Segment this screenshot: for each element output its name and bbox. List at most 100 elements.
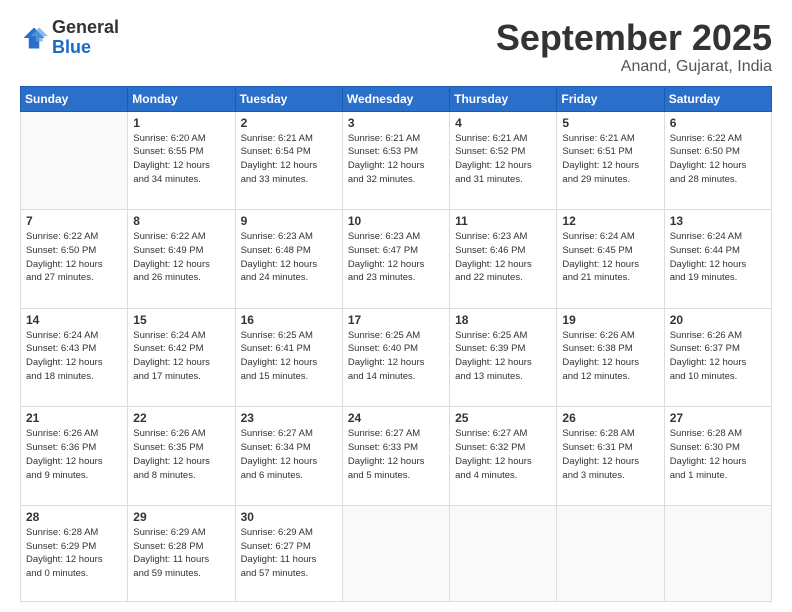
day-info: Sunrise: 6:25 AMSunset: 6:41 PMDaylight:… bbox=[241, 329, 337, 384]
day-info: Sunrise: 6:27 AMSunset: 6:34 PMDaylight:… bbox=[241, 427, 337, 482]
day-number: 4 bbox=[455, 116, 551, 130]
header-monday: Monday bbox=[128, 86, 235, 111]
day-number: 16 bbox=[241, 313, 337, 327]
calendar-cell: 28 Sunrise: 6:28 AMSunset: 6:29 PMDayligh… bbox=[21, 505, 128, 601]
day-number: 20 bbox=[670, 313, 766, 327]
day-number: 13 bbox=[670, 214, 766, 228]
calendar-cell: 8 Sunrise: 6:22 AMSunset: 6:49 PMDaylight… bbox=[128, 210, 235, 309]
day-info: Sunrise: 6:26 AMSunset: 6:36 PMDaylight:… bbox=[26, 427, 122, 482]
day-number: 8 bbox=[133, 214, 229, 228]
calendar-cell: 14 Sunrise: 6:24 AMSunset: 6:43 PMDayligh… bbox=[21, 308, 128, 407]
day-info: Sunrise: 6:23 AMSunset: 6:46 PMDaylight:… bbox=[455, 230, 551, 285]
day-info: Sunrise: 6:22 AMSunset: 6:50 PMDaylight:… bbox=[26, 230, 122, 285]
day-info: Sunrise: 6:21 AMSunset: 6:52 PMDaylight:… bbox=[455, 132, 551, 187]
calendar-cell bbox=[557, 505, 664, 601]
calendar-cell: 23 Sunrise: 6:27 AMSunset: 6:34 PMDayligh… bbox=[235, 407, 342, 506]
day-number: 30 bbox=[241, 510, 337, 524]
calendar-cell: 11 Sunrise: 6:23 AMSunset: 6:46 PMDayligh… bbox=[450, 210, 557, 309]
day-number: 3 bbox=[348, 116, 444, 130]
calendar-cell: 19 Sunrise: 6:26 AMSunset: 6:38 PMDayligh… bbox=[557, 308, 664, 407]
calendar-table: Sunday Monday Tuesday Wednesday Thursday… bbox=[20, 86, 772, 602]
title-block: September 2025 Anand, Gujarat, India bbox=[496, 18, 772, 76]
day-number: 29 bbox=[133, 510, 229, 524]
day-number: 12 bbox=[562, 214, 658, 228]
day-number: 26 bbox=[562, 411, 658, 425]
day-number: 14 bbox=[26, 313, 122, 327]
header-thursday: Thursday bbox=[450, 86, 557, 111]
calendar-cell: 10Sunrise: 6:23 AMSunset: 6:47 PMDayligh… bbox=[342, 210, 449, 309]
day-info: Sunrise: 6:23 AMSunset: 6:47 PMDaylight:… bbox=[348, 230, 444, 285]
day-number: 25 bbox=[455, 411, 551, 425]
day-info: Sunrise: 6:21 AMSunset: 6:53 PMDaylight:… bbox=[348, 132, 444, 187]
day-info: Sunrise: 6:24 AMSunset: 6:45 PMDaylight:… bbox=[562, 230, 658, 285]
day-number: 11 bbox=[455, 214, 551, 228]
calendar-cell: 29 Sunrise: 6:29 AMSunset: 6:28 PMDayligh… bbox=[128, 505, 235, 601]
day-number: 1 bbox=[133, 116, 229, 130]
location: Anand, Gujarat, India bbox=[496, 58, 772, 76]
day-info: Sunrise: 6:26 AMSunset: 6:38 PMDaylight:… bbox=[562, 329, 658, 384]
day-info: Sunrise: 6:29 AMSunset: 6:27 PMDaylight:… bbox=[241, 526, 337, 581]
calendar-cell: 2Sunrise: 6:21 AMSunset: 6:54 PMDaylight… bbox=[235, 111, 342, 210]
header-tuesday: Tuesday bbox=[235, 86, 342, 111]
calendar-cell: 7 Sunrise: 6:22 AMSunset: 6:50 PMDaylight… bbox=[21, 210, 128, 309]
day-number: 17 bbox=[348, 313, 444, 327]
day-info: Sunrise: 6:25 AMSunset: 6:40 PMDaylight:… bbox=[348, 329, 444, 384]
day-info: Sunrise: 6:24 AMSunset: 6:43 PMDaylight:… bbox=[26, 329, 122, 384]
calendar-cell: 1Sunrise: 6:20 AMSunset: 6:55 PMDaylight… bbox=[128, 111, 235, 210]
day-number: 24 bbox=[348, 411, 444, 425]
day-info: Sunrise: 6:28 AMSunset: 6:29 PMDaylight:… bbox=[26, 526, 122, 581]
day-info: Sunrise: 6:27 AMSunset: 6:32 PMDaylight:… bbox=[455, 427, 551, 482]
day-number: 5 bbox=[562, 116, 658, 130]
day-info: Sunrise: 6:26 AMSunset: 6:37 PMDaylight:… bbox=[670, 329, 766, 384]
day-info: Sunrise: 6:25 AMSunset: 6:39 PMDaylight:… bbox=[455, 329, 551, 384]
header: General Blue September 2025 Anand, Gujar… bbox=[20, 18, 772, 76]
day-info: Sunrise: 6:21 AMSunset: 6:51 PMDaylight:… bbox=[562, 132, 658, 187]
day-number: 19 bbox=[562, 313, 658, 327]
calendar-cell: 5 Sunrise: 6:21 AMSunset: 6:51 PMDaylight… bbox=[557, 111, 664, 210]
calendar-cell: 27 Sunrise: 6:28 AMSunset: 6:30 PMDayligh… bbox=[664, 407, 771, 506]
day-number: 23 bbox=[241, 411, 337, 425]
day-info: Sunrise: 6:28 AMSunset: 6:30 PMDaylight:… bbox=[670, 427, 766, 482]
calendar-cell: 6Sunrise: 6:22 AMSunset: 6:50 PMDaylight… bbox=[664, 111, 771, 210]
calendar-cell: 21 Sunrise: 6:26 AMSunset: 6:36 PMDayligh… bbox=[21, 407, 128, 506]
day-number: 15 bbox=[133, 313, 229, 327]
page: General Blue September 2025 Anand, Gujar… bbox=[0, 0, 792, 612]
calendar-cell: 24 Sunrise: 6:27 AMSunset: 6:33 PMDayligh… bbox=[342, 407, 449, 506]
day-number: 6 bbox=[670, 116, 766, 130]
calendar-cell bbox=[21, 111, 128, 210]
day-info: Sunrise: 6:23 AMSunset: 6:48 PMDaylight:… bbox=[241, 230, 337, 285]
header-wednesday: Wednesday bbox=[342, 86, 449, 111]
day-info: Sunrise: 6:28 AMSunset: 6:31 PMDaylight:… bbox=[562, 427, 658, 482]
header-sunday: Sunday bbox=[21, 86, 128, 111]
logo-icon bbox=[20, 24, 48, 52]
month-title: September 2025 bbox=[496, 18, 772, 58]
day-number: 21 bbox=[26, 411, 122, 425]
calendar-cell: 4 Sunrise: 6:21 AMSunset: 6:52 PMDaylight… bbox=[450, 111, 557, 210]
day-info: Sunrise: 6:26 AMSunset: 6:35 PMDaylight:… bbox=[133, 427, 229, 482]
day-info: Sunrise: 6:22 AMSunset: 6:49 PMDaylight:… bbox=[133, 230, 229, 285]
calendar-cell: 25 Sunrise: 6:27 AMSunset: 6:32 PMDayligh… bbox=[450, 407, 557, 506]
calendar-cell: 3 Sunrise: 6:21 AMSunset: 6:53 PMDaylight… bbox=[342, 111, 449, 210]
calendar-cell: 15 Sunrise: 6:24 AMSunset: 6:42 PMDayligh… bbox=[128, 308, 235, 407]
day-info: Sunrise: 6:21 AMSunset: 6:54 PMDaylight:… bbox=[241, 132, 337, 187]
day-number: 27 bbox=[670, 411, 766, 425]
day-info: Sunrise: 6:27 AMSunset: 6:33 PMDaylight:… bbox=[348, 427, 444, 482]
calendar-cell: 18Sunrise: 6:25 AMSunset: 6:39 PMDayligh… bbox=[450, 308, 557, 407]
logo-general-text: General bbox=[52, 17, 119, 37]
calendar-cell: 17 Sunrise: 6:25 AMSunset: 6:40 PMDayligh… bbox=[342, 308, 449, 407]
calendar-cell: 9Sunrise: 6:23 AMSunset: 6:48 PMDaylight… bbox=[235, 210, 342, 309]
day-info: Sunrise: 6:24 AMSunset: 6:44 PMDaylight:… bbox=[670, 230, 766, 285]
calendar-cell: 22Sunrise: 6:26 AMSunset: 6:35 PMDayligh… bbox=[128, 407, 235, 506]
calendar-cell: 26 Sunrise: 6:28 AMSunset: 6:31 PMDayligh… bbox=[557, 407, 664, 506]
calendar-cell: 12 Sunrise: 6:24 AMSunset: 6:45 PMDayligh… bbox=[557, 210, 664, 309]
calendar-cell: 16 Sunrise: 6:25 AMSunset: 6:41 PMDayligh… bbox=[235, 308, 342, 407]
header-friday: Friday bbox=[557, 86, 664, 111]
calendar-cell bbox=[664, 505, 771, 601]
day-info: Sunrise: 6:24 AMSunset: 6:42 PMDaylight:… bbox=[133, 329, 229, 384]
calendar-cell: 13 Sunrise: 6:24 AMSunset: 6:44 PMDayligh… bbox=[664, 210, 771, 309]
calendar-cell bbox=[450, 505, 557, 601]
day-number: 28 bbox=[26, 510, 122, 524]
day-number: 7 bbox=[26, 214, 122, 228]
logo-blue-text: Blue bbox=[52, 37, 91, 57]
day-info: Sunrise: 6:29 AMSunset: 6:28 PMDaylight:… bbox=[133, 526, 229, 581]
